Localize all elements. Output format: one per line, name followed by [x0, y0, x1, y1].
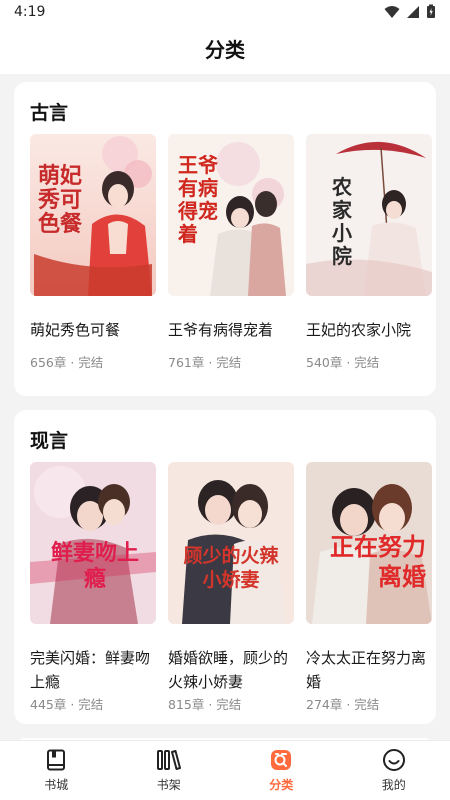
book-title[interactable]: 萌妃秀色可餐	[30, 318, 156, 342]
app-header: 分类	[0, 26, 450, 74]
book-cover[interactable]: 王爷有病得宠着	[168, 134, 294, 296]
chapter-count: 815章	[168, 697, 205, 712]
book-cover[interactable]: 顾少的火辣小娇妻	[168, 462, 294, 624]
chapter-count: 540章	[306, 355, 343, 370]
signal-icon	[407, 5, 419, 18]
book-meta: 656章 · 完结	[30, 355, 104, 370]
book-status: 完结	[216, 697, 242, 712]
smiley-icon	[382, 749, 405, 771]
book-title[interactable]: 完美闪婚：鲜妻吻上瘾	[30, 646, 156, 694]
battery-icon	[427, 4, 435, 18]
nav-label: 分类	[269, 778, 294, 792]
chapter-count: 445章	[30, 697, 67, 712]
status-icons	[384, 4, 436, 19]
book-cover[interactable]: 正在努力离婚	[306, 462, 432, 624]
book-card[interactable]: 顾少的火辣小娇妻 婚婚欲睡，顾少的火辣小娇妻 815章 · 完结	[168, 462, 294, 713]
cover-title-text: 王爷有病得宠着	[178, 153, 218, 246]
book-cover[interactable]: 萌妃秀可色餐	[30, 134, 156, 296]
category-content[interactable]: 古言 萌妃秀可色餐 萌妃秀色可餐 656章 · 完结 王爷有病得宠着 王爷有病得…	[0, 74, 450, 740]
book-status: 完结	[354, 697, 380, 712]
chapter-count: 274章	[306, 697, 343, 712]
page-title: 分类	[205, 38, 245, 62]
book-title[interactable]: 婚婚欲睡，顾少的火辣小娇妻	[168, 646, 294, 694]
book-meta: 540章 · 完结	[306, 355, 380, 370]
book-meta: 761章 · 完结	[168, 355, 242, 370]
book-status: 完结	[216, 355, 242, 370]
book-cover[interactable]: 鲜妻吻上瘾	[30, 462, 156, 624]
book-title[interactable]: 冷太太正在努力离婚	[306, 646, 432, 694]
book-cover[interactable]: 农家小院	[306, 134, 432, 296]
book-status: 完结	[78, 697, 104, 712]
book-meta: 815章 · 完结	[168, 697, 242, 712]
book-title[interactable]: 王爷有病得宠着	[168, 318, 294, 342]
chapter-count: 656章	[30, 355, 67, 370]
nav-item-category[interactable]: 分类	[225, 741, 338, 800]
section-card-guyan: 古言 萌妃秀可色餐 萌妃秀色可餐 656章 · 完结 王爷有病得宠着 王爷有病得…	[14, 82, 436, 396]
section-title[interactable]: 现言	[30, 426, 68, 453]
nav-label: 书架	[156, 778, 181, 792]
book-card[interactable]: 鲜妻吻上瘾 完美闪婚：鲜妻吻上瘾 445章 · 完结	[30, 462, 156, 713]
cover-title-text: 农家小院	[332, 175, 352, 268]
book-meta: 445章 · 完结	[30, 697, 104, 712]
book-meta: 274章 · 完结	[306, 697, 380, 712]
chapter-count: 761章	[168, 355, 205, 370]
cover-title-text: 正在努力离婚	[330, 532, 426, 591]
nav-item-profile[interactable]: 我的	[338, 741, 450, 800]
book-card[interactable]: 王爷有病得宠着 王爷有病得宠着 761章 · 完结	[168, 134, 294, 371]
book-status: 完结	[354, 355, 380, 370]
wifi-icon	[384, 5, 400, 18]
book-title[interactable]: 王妃的农家小院	[306, 318, 432, 342]
status-time: 4:19	[14, 4, 46, 20]
nav-item-bookstore[interactable]: 书城	[0, 741, 113, 800]
book-card[interactable]: 萌妃秀可色餐 萌妃秀色可餐 656章 · 完结	[30, 134, 156, 371]
status-bar: 4:19	[0, 0, 450, 26]
cover-title-text: 顾少的火辣小娇妻	[183, 545, 279, 591]
cover-title-text: 鲜妻吻上瘾	[50, 540, 139, 592]
book-status: 完结	[78, 355, 104, 370]
section-card-xianyan: 现言 鲜妻吻上瘾 完美闪婚：鲜妻吻上瘾 445章 · 完结 顾少的火辣小娇妻 婚…	[14, 410, 436, 724]
bottom-nav: 书城 书架 分类 我的	[0, 740, 450, 800]
book-icon	[47, 749, 66, 771]
book-card[interactable]: 正在努力离婚 冷太太正在努力离婚 274章 · 完结	[306, 462, 432, 713]
nav-label: 书城	[44, 778, 69, 792]
section-title[interactable]: 古言	[30, 98, 68, 125]
shelf-icon	[156, 750, 181, 770]
nav-item-bookshelf[interactable]: 书架	[113, 741, 226, 800]
nav-label: 我的	[381, 778, 406, 792]
category-icon	[271, 750, 292, 770]
cover-title-text: 萌妃秀可色餐	[38, 163, 83, 237]
book-card[interactable]: 农家小院 王妃的农家小院 540章 · 完结	[306, 134, 432, 371]
